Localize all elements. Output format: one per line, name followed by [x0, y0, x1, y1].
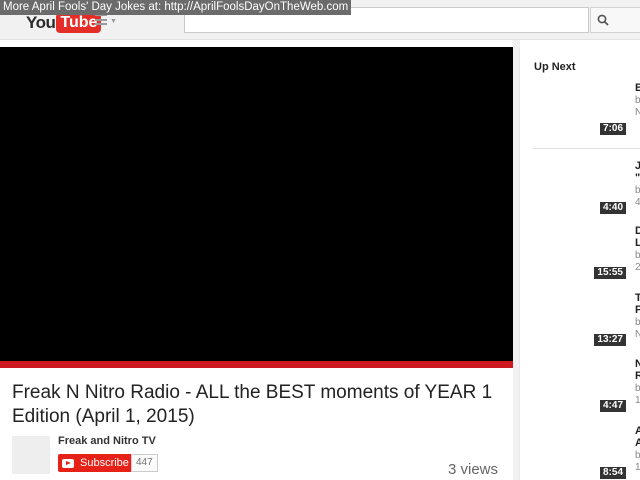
- duration-badge: 4:47: [599, 400, 626, 412]
- search-icon: [597, 14, 609, 26]
- related-video-channel: b: [635, 95, 640, 106]
- youtube-logo[interactable]: You Tube: [26, 13, 102, 33]
- channel-name-link[interactable]: Freak and Nitro TV: [58, 435, 156, 447]
- channel-avatar[interactable]: [12, 436, 50, 474]
- related-video-views: 2: [635, 262, 640, 273]
- related-video-channel: b: [635, 383, 640, 394]
- video-thumbnail[interactable]: 15:55: [529, 225, 626, 279]
- related-video-views: 4: [635, 197, 640, 208]
- related-video-title[interactable]: E: [635, 82, 640, 94]
- related-video-views: 1: [635, 395, 640, 406]
- duration-badge: 15:55: [594, 267, 626, 279]
- video-thumbnail[interactable]: 8:54: [529, 425, 626, 479]
- related-video-title[interactable]: D L: [635, 225, 640, 249]
- chevron-down-icon: ▼: [110, 18, 117, 25]
- video-player[interactable]: [0, 47, 513, 361]
- up-next-divider: [533, 148, 640, 149]
- duration-badge: 13:27: [594, 334, 626, 346]
- player-progress-bar[interactable]: [0, 361, 513, 368]
- subscribe-label: Subscribe: [80, 457, 129, 469]
- menu-icon-bar: [95, 18, 107, 21]
- subscribe-button[interactable]: Subscribe: [58, 454, 135, 472]
- guide-menu-button[interactable]: ▼: [95, 14, 117, 28]
- view-count: 3 views: [448, 461, 499, 478]
- related-video-views: N: [635, 107, 640, 118]
- duration-badge: 8:54: [599, 467, 626, 479]
- video-thumbnail[interactable]: 7:06: [529, 82, 626, 135]
- related-video-title[interactable]: T P: [635, 292, 640, 316]
- related-video-title[interactable]: N R: [635, 358, 640, 382]
- related-video-title[interactable]: A A: [635, 425, 640, 449]
- video-thumbnail[interactable]: 4:47: [529, 358, 626, 412]
- related-video-channel: b: [635, 450, 640, 461]
- related-video-channel: b: [635, 317, 640, 328]
- up-next-heading: Up Next: [534, 61, 576, 73]
- related-video-views: N: [635, 329, 640, 340]
- promo-banner[interactable]: More April Fools' Day Jokes at: http://A…: [0, 0, 352, 15]
- video-thumbnail[interactable]: 13:27: [529, 292, 626, 346]
- duration-badge: 7:06: [599, 123, 626, 135]
- related-video-channel: b: [635, 250, 640, 261]
- logo-you-text: You: [26, 13, 56, 32]
- youtube-play-icon: [62, 458, 74, 468]
- menu-icon-bar: [95, 23, 107, 25]
- related-video-title[interactable]: J ": [635, 160, 640, 184]
- duration-badge: 4:40: [599, 202, 626, 214]
- subscriber-count: 447: [131, 454, 158, 472]
- video-title: Freak N Nitro Radio - ALL the BEST momen…: [12, 382, 493, 427]
- search-button[interactable]: [590, 7, 640, 33]
- video-thumbnail[interactable]: 4:40: [529, 160, 626, 214]
- related-video-channel: b: [635, 185, 640, 196]
- related-video-views: 1: [635, 462, 640, 473]
